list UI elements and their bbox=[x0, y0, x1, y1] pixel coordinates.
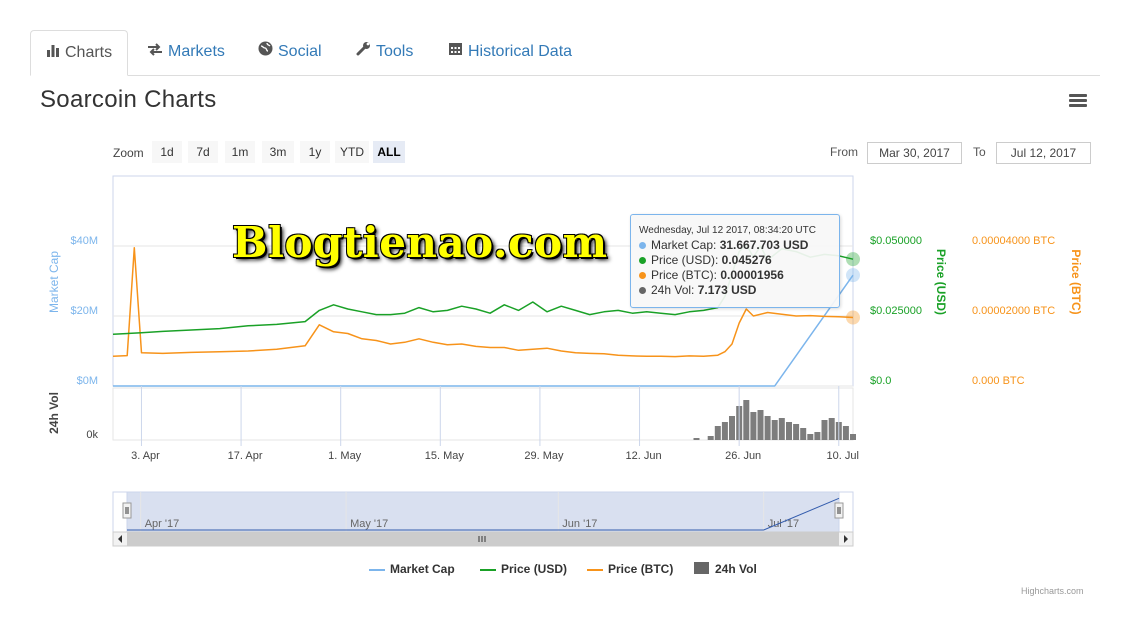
volume-bar bbox=[793, 424, 800, 440]
scrollbar-thumb bbox=[127, 532, 839, 546]
volume-bar bbox=[821, 420, 828, 440]
y-tick-label-price-btc: 0.00002000 BTC bbox=[972, 305, 1055, 317]
market-cap-dot-icon bbox=[639, 242, 646, 249]
navigator-tick-label: Apr '17 bbox=[145, 518, 180, 530]
tooltip-row-price-usd: Price (USD): 0.045276 bbox=[639, 253, 839, 268]
volume-bar bbox=[778, 418, 785, 440]
legend-label: Price (BTC) bbox=[608, 562, 674, 576]
navigator-handle bbox=[834, 502, 844, 519]
y-tick-label-price-usd: $0.050000 bbox=[870, 235, 922, 247]
volume-dot-icon bbox=[639, 287, 646, 294]
volume-series bbox=[693, 400, 856, 440]
chart-tooltip: Wednesday, Jul 12 2017, 08:34:20 UTC Mar… bbox=[630, 214, 840, 308]
legend-label: Market Cap bbox=[390, 562, 455, 576]
x-tick-label: 26. Jun bbox=[725, 450, 761, 462]
tooltip-value: 0.045276 bbox=[721, 253, 772, 267]
legend-box-icon bbox=[694, 562, 709, 574]
tooltip-label: Market Cap: bbox=[651, 238, 720, 252]
legend-item-price-btc[interactable]: Price (BTC) bbox=[587, 562, 673, 578]
market-cap-hover-marker bbox=[846, 268, 860, 283]
volume-bar bbox=[693, 438, 700, 440]
volume-bar bbox=[771, 420, 778, 440]
x-tick-label: 29. May bbox=[524, 450, 564, 462]
x-tick-label: 12. Jun bbox=[625, 450, 661, 462]
volume-bar bbox=[750, 412, 757, 440]
navigator-tick-label: Jun '17 bbox=[562, 518, 597, 530]
navigator-tick-label: Jul '17 bbox=[768, 518, 799, 530]
volume-bar bbox=[757, 410, 764, 440]
x-tick-label: 1. May bbox=[328, 450, 362, 462]
volume-bar bbox=[764, 416, 771, 440]
tooltip-value: 0.00001956 bbox=[720, 268, 784, 282]
volume-bar bbox=[828, 418, 835, 440]
tooltip-row-price-btc: Price (BTC): 0.00001956 bbox=[639, 268, 839, 283]
volume-bar bbox=[842, 426, 849, 440]
highcharts-credits[interactable]: Highcharts.com bbox=[1021, 586, 1084, 596]
navigator-tick-label: May '17 bbox=[350, 518, 388, 530]
y-axis-title-price-usd: Price (USD) bbox=[934, 249, 948, 315]
x-tick-label: 17. Apr bbox=[228, 450, 263, 462]
y-tick-label-price-btc: 0.000 BTC bbox=[972, 375, 1025, 387]
tooltip-value: 31.667.703 USD bbox=[719, 238, 809, 252]
legend-item-price-usd[interactable]: Price (USD) bbox=[480, 562, 567, 578]
price-usd-hover-marker bbox=[846, 252, 860, 267]
x-tick-label: 15. May bbox=[425, 450, 465, 462]
volume-bar bbox=[707, 436, 714, 440]
watermark-text: Blogtienao.com bbox=[232, 218, 608, 267]
volume-bar bbox=[814, 432, 821, 440]
navigator-selection bbox=[126, 491, 840, 533]
y-axis-title-volume: 24h Vol bbox=[47, 392, 61, 434]
volume-bar bbox=[743, 400, 750, 440]
price-chart: 3. Apr 17. Apr 1. May 15. May 29. May 12. Jun… bbox=[47, 175, 1083, 547]
tooltip-label: 24h Vol: bbox=[651, 283, 698, 297]
volume-bar bbox=[721, 422, 728, 440]
legend-label: 24h Vol bbox=[715, 562, 757, 576]
tooltip-row-market-cap: Market Cap: 31.667.703 USD bbox=[639, 238, 839, 253]
navigator-handle bbox=[122, 502, 132, 519]
legend-item-volume[interactable]: 24h Vol bbox=[694, 562, 757, 578]
tooltip-value: 7.173 USD bbox=[697, 283, 757, 297]
volume-bar bbox=[714, 426, 721, 440]
tooltip-label: Price (BTC): bbox=[651, 268, 721, 282]
y-tick-label-market-cap: $0M bbox=[77, 375, 98, 387]
y-axis-title-price-btc: Price (BTC) bbox=[1069, 249, 1083, 314]
x-tick-label: 10. Jul bbox=[827, 450, 859, 462]
volume-bar bbox=[800, 428, 807, 440]
tooltip-header: Wednesday, Jul 12 2017, 08:34:20 UTC bbox=[639, 225, 816, 236]
price-btc-dot-icon bbox=[639, 272, 646, 279]
volume-bar bbox=[850, 434, 856, 440]
legend-line-icon bbox=[480, 568, 496, 571]
price-usd-dot-icon bbox=[639, 257, 646, 264]
y-tick-label-volume: 0k bbox=[86, 429, 98, 441]
y-tick-label-market-cap: $20M bbox=[70, 305, 98, 317]
y-tick-label-market-cap: $40M bbox=[70, 235, 98, 247]
volume-bar bbox=[729, 416, 735, 440]
tooltip-label: Price (USD): bbox=[651, 253, 722, 267]
y-tick-label-price-btc: 0.00004000 BTC bbox=[972, 235, 1055, 247]
price-btc-hover-marker bbox=[846, 310, 860, 325]
legend-line-icon bbox=[587, 568, 603, 571]
volume-bar bbox=[786, 422, 792, 440]
y-tick-label-price-usd: $0.0 bbox=[870, 375, 891, 387]
x-tick-label: 3. Apr bbox=[131, 450, 160, 462]
volume-bar bbox=[807, 434, 814, 440]
y-axis-title-market-cap: Market Cap bbox=[47, 251, 61, 313]
legend-item-market-cap[interactable]: Market Cap bbox=[369, 562, 455, 578]
legend-line-icon bbox=[369, 568, 385, 571]
legend-label: Price (USD) bbox=[501, 562, 568, 576]
tooltip-row-volume: 24h Vol: 7.173 USD bbox=[639, 283, 839, 298]
y-tick-label-price-usd: $0.025000 bbox=[870, 305, 922, 317]
